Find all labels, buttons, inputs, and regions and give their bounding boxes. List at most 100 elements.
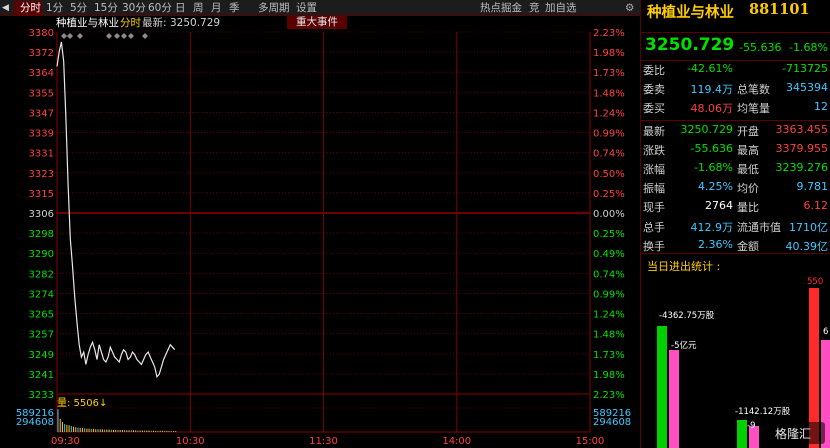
quote-value: -42.61% [687,62,733,75]
volume-tick-label-right: 294608 [593,417,631,428]
y-tick-label: 3323 [29,169,54,180]
y-tick-label: 3257 [29,330,54,341]
pct-tick-label: 1.73% [593,350,625,361]
quote-value: 9.781 [796,180,829,194]
quote-value: 40.39亿 [785,239,829,253]
pct-tick-label: 1.48% [593,88,625,99]
quote-label: 金额 [737,239,759,253]
quote-value: 4.25% [698,180,733,194]
y-tick-label: 3339 [29,129,54,140]
flow-label-f: 6 [823,327,828,337]
y-tick-label: 3241 [29,370,54,381]
pct-tick-label: 0.50% [593,169,625,180]
event-marker[interactable] [128,33,134,39]
y-tick-label: 3282 [29,269,54,280]
quote-value: 345394 [786,81,828,95]
y-tick-label: 3355 [29,88,54,99]
event-marker[interactable] [142,33,148,39]
quote-label: 委比 [643,64,665,77]
quote-value: 2764 [705,199,733,213]
flow-label-a: -4362.75万股 [659,311,715,321]
flow-label-d: -9 [747,421,755,431]
flow-label-b: -5亿元 [671,340,697,351]
quote-label: 总手 [643,220,665,234]
quote-value: 12 [814,100,828,114]
quote-value: 3363.455 [775,122,829,136]
quote-value: 119.4万 [690,83,734,97]
event-marker[interactable] [61,33,67,39]
event-marker[interactable] [77,33,83,39]
x-tick-label: 14:00 [442,436,471,447]
event-marker[interactable] [106,33,112,39]
flow-label-e: 550 [807,277,823,287]
flow-bar-chart: -4362.75万股 -5亿元 -1142.12万股 -9 550 6 格隆汇 [657,277,830,448]
quote-value: 3379.955 [775,141,829,155]
pct-tick-label: 1.24% [593,108,625,119]
y-tick-label: 3347 [29,108,54,119]
panel-code: 881101 [749,1,810,18]
quote-label: 最高 [737,143,759,157]
flow-bar-out-vol-2 [737,420,747,448]
pct-tick-label: 1.24% [593,310,625,321]
pct-tick-label: 0.74% [593,269,625,280]
panel-price: 3250.729 [645,35,735,55]
price-series-line [56,41,176,379]
quote-value: -1.68% [694,161,733,174]
quote-label: 流通市值 [737,220,781,234]
volume-tick-label: 294608 [16,417,54,428]
quote-label: 最新 [643,124,665,138]
x-tick-label: 09:30 [51,436,80,447]
x-tick-label: 11:30 [309,436,338,447]
pct-tick-label: 1.98% [593,370,625,381]
y-tick-label: 3306 [29,209,54,220]
quote-value: 3250.729 [680,122,734,136]
panel-title: 种植业与林业 [647,4,734,21]
pct-tick-label: 0.99% [593,289,625,300]
event-marker[interactable] [114,33,120,39]
flow-label-c: -1142.12万股 [735,407,791,417]
y-tick-label: 3290 [29,249,54,260]
pct-tick-label: 0.99% [593,129,625,140]
latest-value: 3250.729 [170,17,221,29]
y-tick-label: 3265 [29,310,54,321]
quote-label: 委买 [643,102,665,116]
quote-value: 412.9万 [690,220,734,234]
quote-value: 1710亿 [789,220,828,234]
quote-label: 涨跌 [643,143,665,157]
flow-bar-out-vol [657,326,667,448]
quote-label: 换手 [643,239,665,253]
pct-tick-label: 0.74% [593,149,625,160]
y-tick-label: 3249 [29,350,54,361]
quote-label: 涨幅 [643,163,665,176]
latest-label: 最新: [142,17,167,29]
event-marker[interactable] [121,33,127,39]
pct-tick-label: 1.98% [593,48,625,59]
panel-pct: -1.68% [789,41,828,54]
intraday-chart: 3380337233643355334733393331332333153306… [16,28,631,447]
major-events-button[interactable]: 重大事件 [287,15,347,29]
y-tick-label: 3364 [29,68,54,79]
quote-value: -713725 [782,62,828,75]
quote-value: -55.636 [690,141,733,155]
chart-mode: 分时 [120,17,141,29]
quote-label: 总笔数 [737,83,770,97]
pct-tick-label: 1.73% [593,68,625,79]
quote-panel: 种植业与林业 881101 3250.729 -55.636 -1.68% 委比… [640,0,830,448]
event-marker[interactable] [67,33,73,39]
quote-value: 2.36% [698,237,733,251]
quote-label: 最低 [737,163,759,176]
quote-label: 均笔量 [737,102,770,116]
quote-label: 均价 [737,182,759,196]
quote-value: 48.06万 [690,102,734,116]
pct-tick-label: 0.25% [593,189,625,200]
sector-name: 种植业与林业 [56,17,119,29]
x-tick-label: 10:30 [176,436,205,447]
quote-value: 6.12 [803,199,829,213]
y-tick-label: 3315 [29,189,54,200]
panel-change: -55.636 [739,41,782,54]
quote-label: 振幅 [643,182,665,196]
y-tick-label: 3274 [29,289,54,300]
flow-bar-out-amt [669,350,679,448]
x-tick-label: 15:00 [576,436,605,447]
y-tick-label: 3372 [29,48,54,59]
